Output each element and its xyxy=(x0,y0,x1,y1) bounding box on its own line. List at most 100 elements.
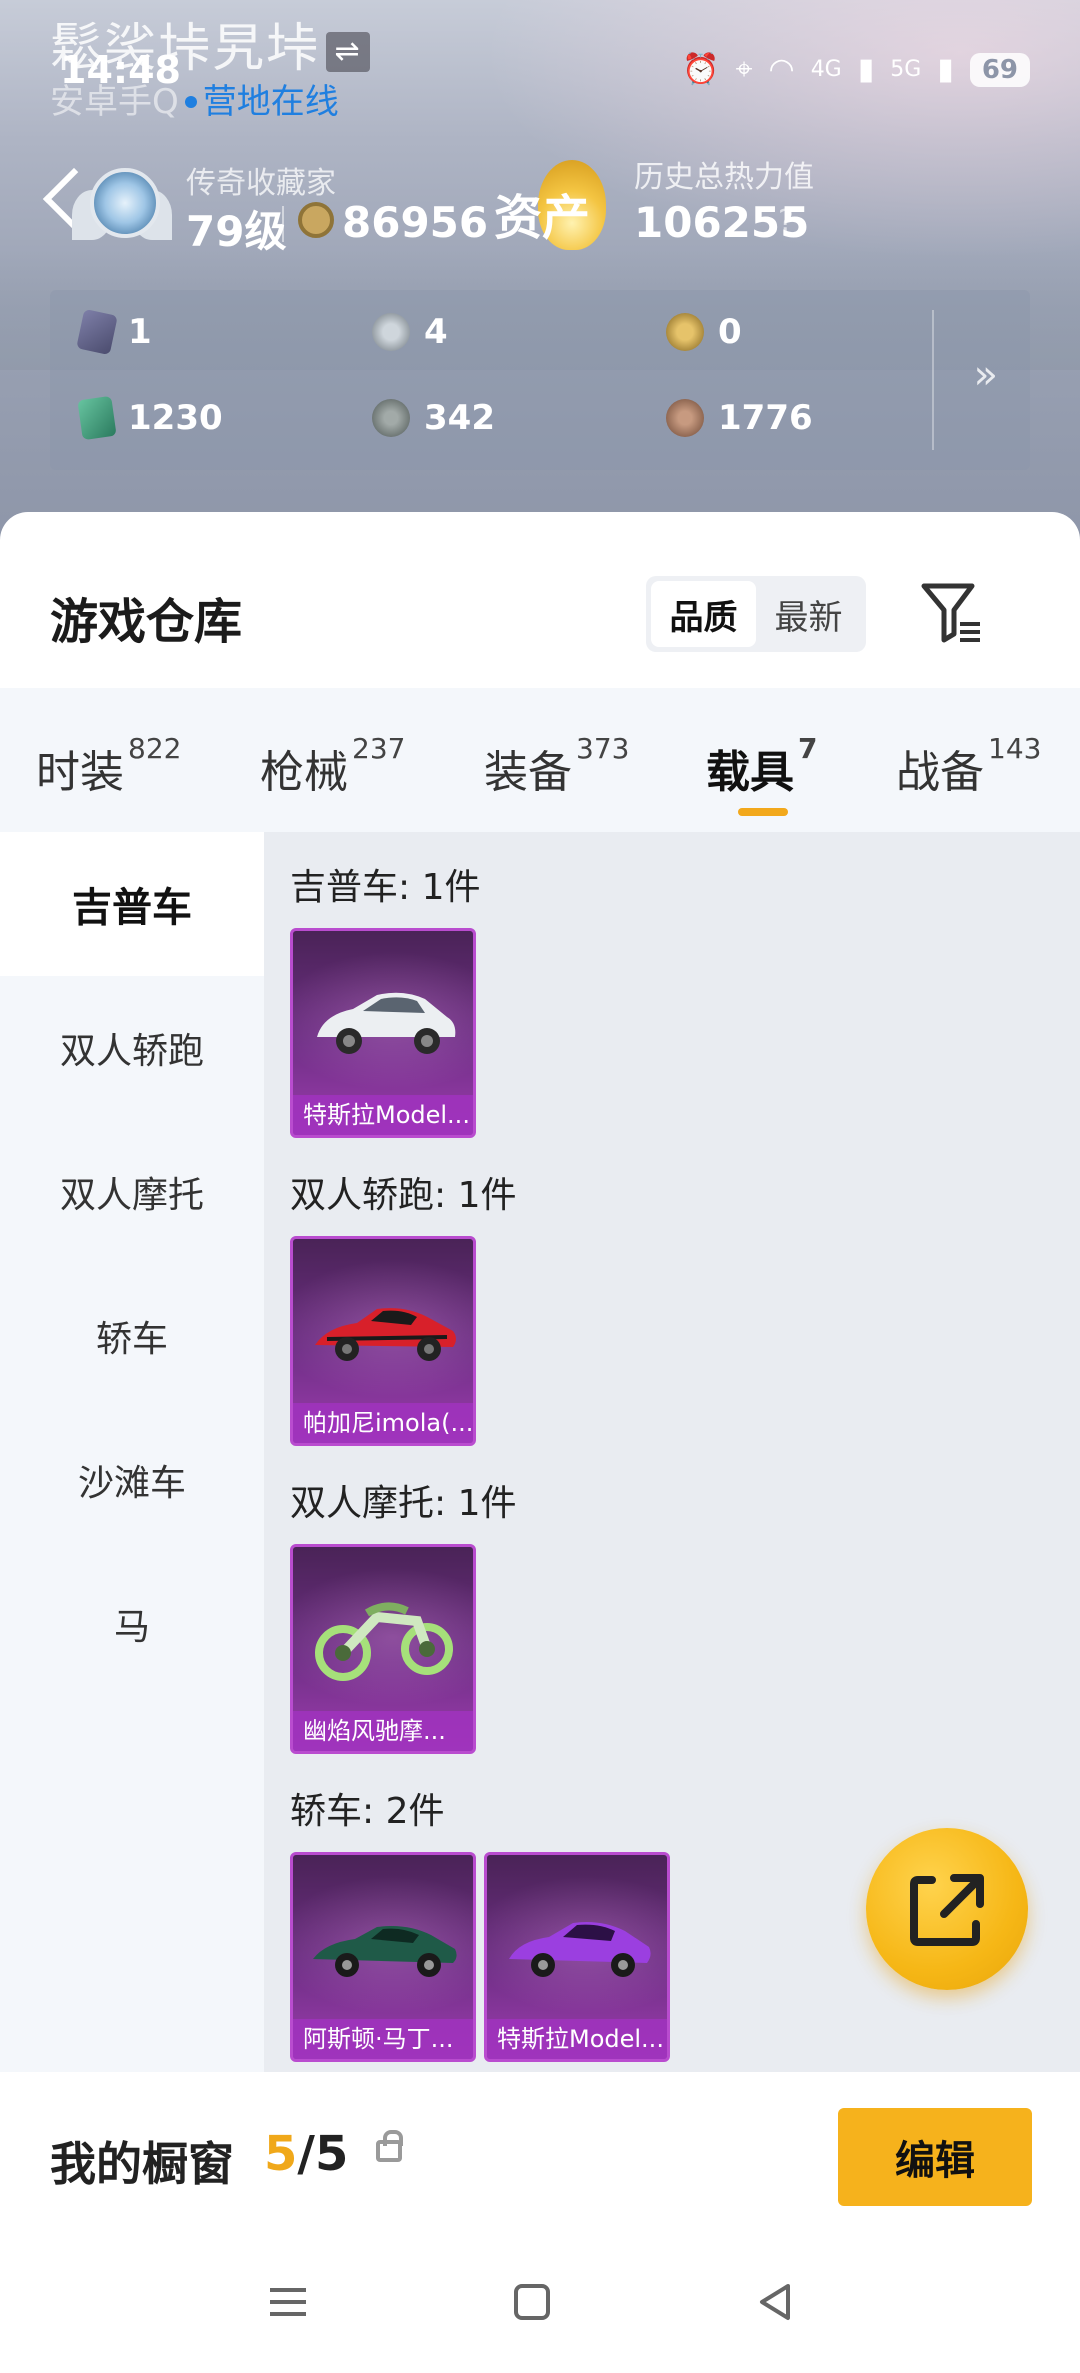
tab-fashion[interactable]: 时装 822 xyxy=(36,732,181,800)
heat-title: 历史总热力值 xyxy=(634,160,814,195)
back-icon[interactable] xyxy=(746,2272,806,2332)
home-icon[interactable] xyxy=(502,2272,562,2332)
stat-value: 1 xyxy=(128,312,152,352)
card-green-icon xyxy=(77,395,117,441)
share-button[interactable] xyxy=(866,1828,1028,1990)
swap-account-icon[interactable]: ⇌ xyxy=(326,32,371,72)
ghost-motorcycle-icon xyxy=(315,1602,453,1681)
more-chevron-icon[interactable]: » xyxy=(974,352,998,398)
card-purple-icon xyxy=(76,308,118,356)
item-name: 幽焰风驰摩... xyxy=(293,1711,473,1751)
dark-coin-icon xyxy=(372,399,410,437)
tab-supplies[interactable]: 战备 143 xyxy=(896,732,1041,800)
stat-item: 1 xyxy=(76,308,152,356)
item-name: 帕加尼imola(... xyxy=(293,1403,473,1443)
online-dot-icon xyxy=(184,95,197,108)
wifi-icon: ◠ xyxy=(768,52,795,87)
group-title: 双人摩托: 1件 xyxy=(290,1483,517,1524)
menu-icon[interactable] xyxy=(258,2272,318,2332)
profile-header: 鬆裟垰旯垰 ⇌ 14:48 安卓手Q 营地在线 ⏰ ⌖ ◠ 4G ▮ 5G ▮ 69… xyxy=(0,0,1080,560)
stat-value: 342 xyxy=(424,398,495,438)
silver-coin-icon xyxy=(372,313,410,351)
sort-toggle[interactable]: 品质 最新 xyxy=(646,576,866,652)
divider xyxy=(282,206,284,242)
sort-newest-button[interactable]: 最新 xyxy=(756,581,861,647)
signal-4g-icon: 4G xyxy=(810,57,842,82)
tab-count: 143 xyxy=(988,732,1042,765)
stats-panel[interactable]: 1 4 0 1230 342 1776 » xyxy=(50,290,1030,470)
sidebar-item-horse[interactable]: 马 xyxy=(0,1552,264,1696)
tab-count: 237 xyxy=(352,732,406,765)
item-card[interactable]: 幽焰风驰摩... xyxy=(290,1544,476,1754)
stat-item: 1776 xyxy=(666,398,813,438)
divider xyxy=(932,310,934,450)
location-icon: ⌖ xyxy=(735,52,753,87)
tab-label: 载具 xyxy=(706,747,794,798)
coin-value: 86956 xyxy=(342,198,489,247)
asset-label[interactable]: 资产 xyxy=(494,178,590,248)
warehouse-header: 游戏仓库 品质 最新 xyxy=(0,512,1080,688)
platform-text: 安卓手Q xyxy=(50,82,179,122)
showcase-count: 5/5 xyxy=(264,2126,348,2182)
showcase-current: 5 xyxy=(264,2126,298,2182)
item-card[interactable]: 帕加尼imola(... xyxy=(290,1236,476,1446)
item-name: 阿斯顿·马丁... xyxy=(293,2019,473,2059)
signal-5g-icon: 5G xyxy=(890,57,922,82)
vehicle-type-sidebar: 吉普车 双人轿跑 双人摩托 轿车 沙滩车 马 xyxy=(0,832,264,2072)
stat-item: 1230 xyxy=(77,395,223,441)
sidebar-item-motorcycle[interactable]: 双人摩托 xyxy=(0,1120,264,1264)
group-title: 轿车: 2件 xyxy=(290,1791,445,1832)
sidebar-item-sedan[interactable]: 轿车 xyxy=(0,1264,264,1408)
showcase-total: /5 xyxy=(297,2126,349,2182)
bronze-coin-icon xyxy=(666,399,704,437)
sidebar-item-coupe[interactable]: 双人轿跑 xyxy=(0,976,264,1120)
tab-label: 枪械 xyxy=(260,747,348,798)
lock-icon[interactable] xyxy=(376,2130,403,2162)
player-level: 79级 xyxy=(186,207,287,256)
share-icon xyxy=(910,1874,984,1946)
red-sports-car-icon xyxy=(315,1308,456,1361)
item-card[interactable]: 特斯拉Model... xyxy=(290,928,476,1138)
rank-title: 传奇收藏家 xyxy=(186,166,336,201)
item-name: 特斯拉Model... xyxy=(293,1095,473,1135)
tab-equipment[interactable]: 装备 373 xyxy=(484,732,629,800)
green-sedan-icon xyxy=(313,1926,457,1977)
purple-sedan-icon xyxy=(509,1922,651,1977)
status-bar: 鬆裟垰旯垰 ⇌ 14:48 安卓手Q 营地在线 ⏰ ⌖ ◠ 4G ▮ 5G ▮ 69 xyxy=(0,0,1080,122)
showcase-label: 我的橱窗 xyxy=(50,2137,234,2191)
rank-emblem-icon xyxy=(72,160,172,250)
showcase-bar: 我的橱窗 5/5 编辑 xyxy=(0,2072,1080,2242)
sidebar-item-buggy[interactable]: 沙滩车 xyxy=(0,1408,264,1552)
tab-count: 7 xyxy=(798,732,818,765)
group-title: 双人轿跑: 1件 xyxy=(290,1175,517,1216)
group-title: 吉普车: 1件 xyxy=(290,867,481,908)
stat-value: 4 xyxy=(424,312,448,352)
alarm-icon: ⏰ xyxy=(682,52,720,87)
stat-value: 0 xyxy=(718,312,742,352)
help-icon[interactable]: ? xyxy=(778,204,794,239)
tab-label: 装备 xyxy=(484,747,572,798)
gold-coin-icon xyxy=(666,313,704,351)
tab-weapons[interactable]: 枪械 237 xyxy=(260,732,405,800)
sort-quality-button[interactable]: 品质 xyxy=(651,581,756,647)
tab-count: 373 xyxy=(576,732,630,765)
stat-item: 4 xyxy=(372,312,448,352)
tab-vehicles[interactable]: 载具 7 xyxy=(706,732,817,800)
stat-value: 1230 xyxy=(128,398,223,438)
signal-bars-icon-2: ▮ xyxy=(937,52,954,87)
stat-item: 0 xyxy=(666,312,742,352)
tab-label: 战备 xyxy=(896,747,984,798)
item-card[interactable]: 特斯拉Model... xyxy=(484,1852,670,2062)
online-status: 营地在线 xyxy=(202,82,339,122)
signal-bars-icon: ▮ xyxy=(857,52,875,87)
item-name: 特斯拉Model... xyxy=(487,2019,667,2059)
white-suv-icon xyxy=(317,992,456,1054)
item-card[interactable]: 阿斯顿·马丁... xyxy=(290,1852,476,2062)
coin-icon xyxy=(298,202,334,238)
edit-button[interactable]: 编辑 xyxy=(838,2108,1032,2206)
sidebar-item-jeep[interactable]: 吉普车 xyxy=(0,832,264,976)
status-icons: ⏰ ⌖ ◠ 4G ▮ 5G ▮ 69 xyxy=(682,52,1030,87)
filter-icon[interactable] xyxy=(920,578,984,648)
system-nav-bar xyxy=(0,2242,1080,2373)
category-tabs: 时装 822 枪械 237 装备 373 载具 7 战备 143 xyxy=(0,688,1080,832)
